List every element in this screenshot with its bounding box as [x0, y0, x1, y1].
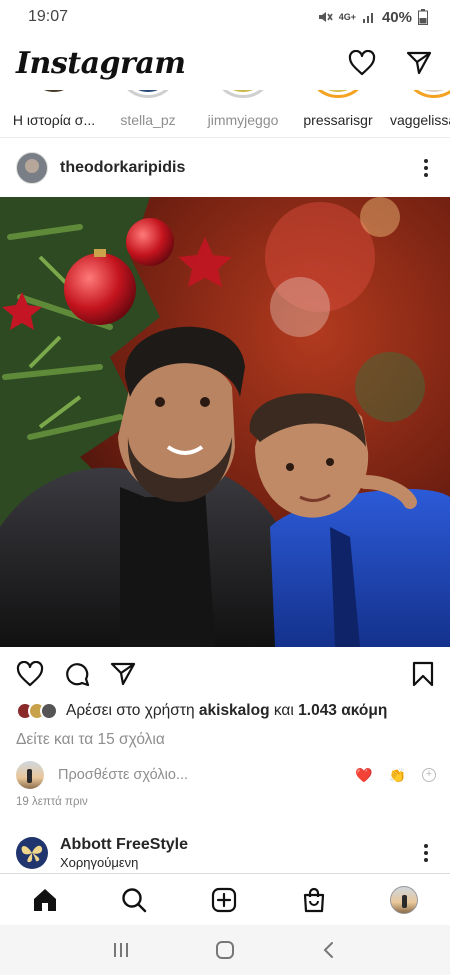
story-avatar — [307, 90, 369, 98]
network-label: 4G+ — [338, 12, 356, 22]
home-button-icon[interactable] — [214, 939, 236, 961]
add-reaction-icon[interactable]: + — [422, 768, 436, 782]
story-item[interactable]: stella_pz — [100, 90, 196, 137]
more-options-icon[interactable] — [418, 155, 434, 181]
battery-percent: 40% — [381, 8, 412, 26]
story-label: Η ιστορία σ... — [12, 112, 96, 128]
story-item[interactable]: Η ιστορία σ... — [6, 90, 102, 137]
liker-avatars — [16, 702, 58, 720]
mute-icon — [318, 12, 333, 22]
save-bookmark-icon[interactable] — [412, 661, 434, 687]
story-item[interactable]: vaggelissa — [386, 90, 450, 137]
signal-icon — [362, 13, 373, 23]
story-label: pressarisgr — [303, 112, 373, 128]
likes-prefix: Αρέσει στο χρήστη — [66, 702, 195, 719]
likes-user[interactable]: akiskalog — [199, 702, 270, 719]
story-item[interactable]: pressarisgr — [290, 90, 386, 137]
comment-icon[interactable] — [64, 661, 90, 687]
system-navigation-bar — [0, 925, 450, 975]
stories-tray[interactable]: Η ιστορία σ... stella_pz jimmyjeggo pres… — [0, 90, 450, 138]
quick-clap-emoji[interactable]: 👏 — [389, 767, 406, 784]
search-icon[interactable] — [121, 887, 147, 913]
story-avatar — [212, 90, 274, 98]
home-icon[interactable] — [32, 887, 58, 913]
app-header: Instagram — [0, 36, 450, 90]
instagram-logo[interactable]: Instagram — [16, 46, 186, 81]
profile-avatar[interactable] — [390, 885, 419, 914]
story-item[interactable]: jimmyjeggo — [195, 90, 291, 137]
story-label: jimmyjeggo — [207, 112, 279, 128]
quick-heart-emoji[interactable]: ❤️ — [355, 767, 372, 784]
add-comment-input[interactable]: Προσθέστε σχόλιο... — [58, 767, 188, 783]
post-photo[interactable] — [0, 197, 450, 647]
status-bar: 19:07 4G+ 40% — [0, 0, 450, 34]
share-icon[interactable] — [110, 661, 136, 687]
post-author-avatar[interactable] — [16, 152, 48, 184]
like-heart-icon[interactable] — [16, 661, 44, 687]
likes-summary[interactable]: Αρέσει στο χρήστη akiskalog και 1.043 ακ… — [16, 702, 387, 720]
direct-message-icon[interactable] — [406, 50, 432, 76]
battery-icon — [418, 9, 428, 25]
add-comment-row: Προσθέστε σχόλιο... ❤️ 👏 + — [16, 758, 436, 792]
activity-heart-icon[interactable] — [348, 50, 376, 76]
sponsored-label: Χορηγούμενη — [60, 855, 139, 870]
back-icon[interactable] — [319, 940, 339, 960]
more-options-icon[interactable] — [418, 840, 434, 866]
bottom-navigation — [0, 873, 450, 925]
status-icons: 4G+ 40% — [317, 9, 428, 26]
butterfly-icon — [21, 845, 43, 863]
story-avatar — [117, 90, 179, 98]
view-all-comments-link[interactable]: Δείτε και τα 15 σχόλια — [16, 731, 165, 749]
post-photo-image — [0, 197, 450, 647]
story-label: stella_pz — [120, 112, 176, 128]
likes-mid: και — [273, 702, 294, 719]
shop-bag-icon[interactable] — [301, 887, 327, 913]
likes-count[interactable]: 1.043 ακόμη — [298, 702, 387, 719]
quick-reactions: ❤️ 👏 + — [355, 767, 436, 784]
recent-apps-icon[interactable] — [111, 940, 131, 960]
post-actions — [0, 656, 450, 692]
post-author-username[interactable]: theodorkaripidis — [60, 159, 185, 177]
sponsored-post-header: Abbott FreeStyle Χορηγούμενη — [0, 832, 450, 874]
current-user-avatar — [16, 761, 44, 789]
story-avatar — [403, 90, 450, 98]
post-header: theodorkaripidis — [0, 140, 450, 196]
create-post-icon[interactable] — [211, 887, 237, 913]
post-timestamp: 19 λεπτά πριν — [16, 796, 88, 808]
story-label: vaggelissa — [390, 112, 450, 128]
sponsor-name[interactable]: Abbott FreeStyle — [60, 836, 188, 854]
status-time: 19:07 — [28, 8, 69, 25]
story-avatar — [23, 90, 85, 98]
sponsor-avatar[interactable] — [16, 837, 48, 869]
